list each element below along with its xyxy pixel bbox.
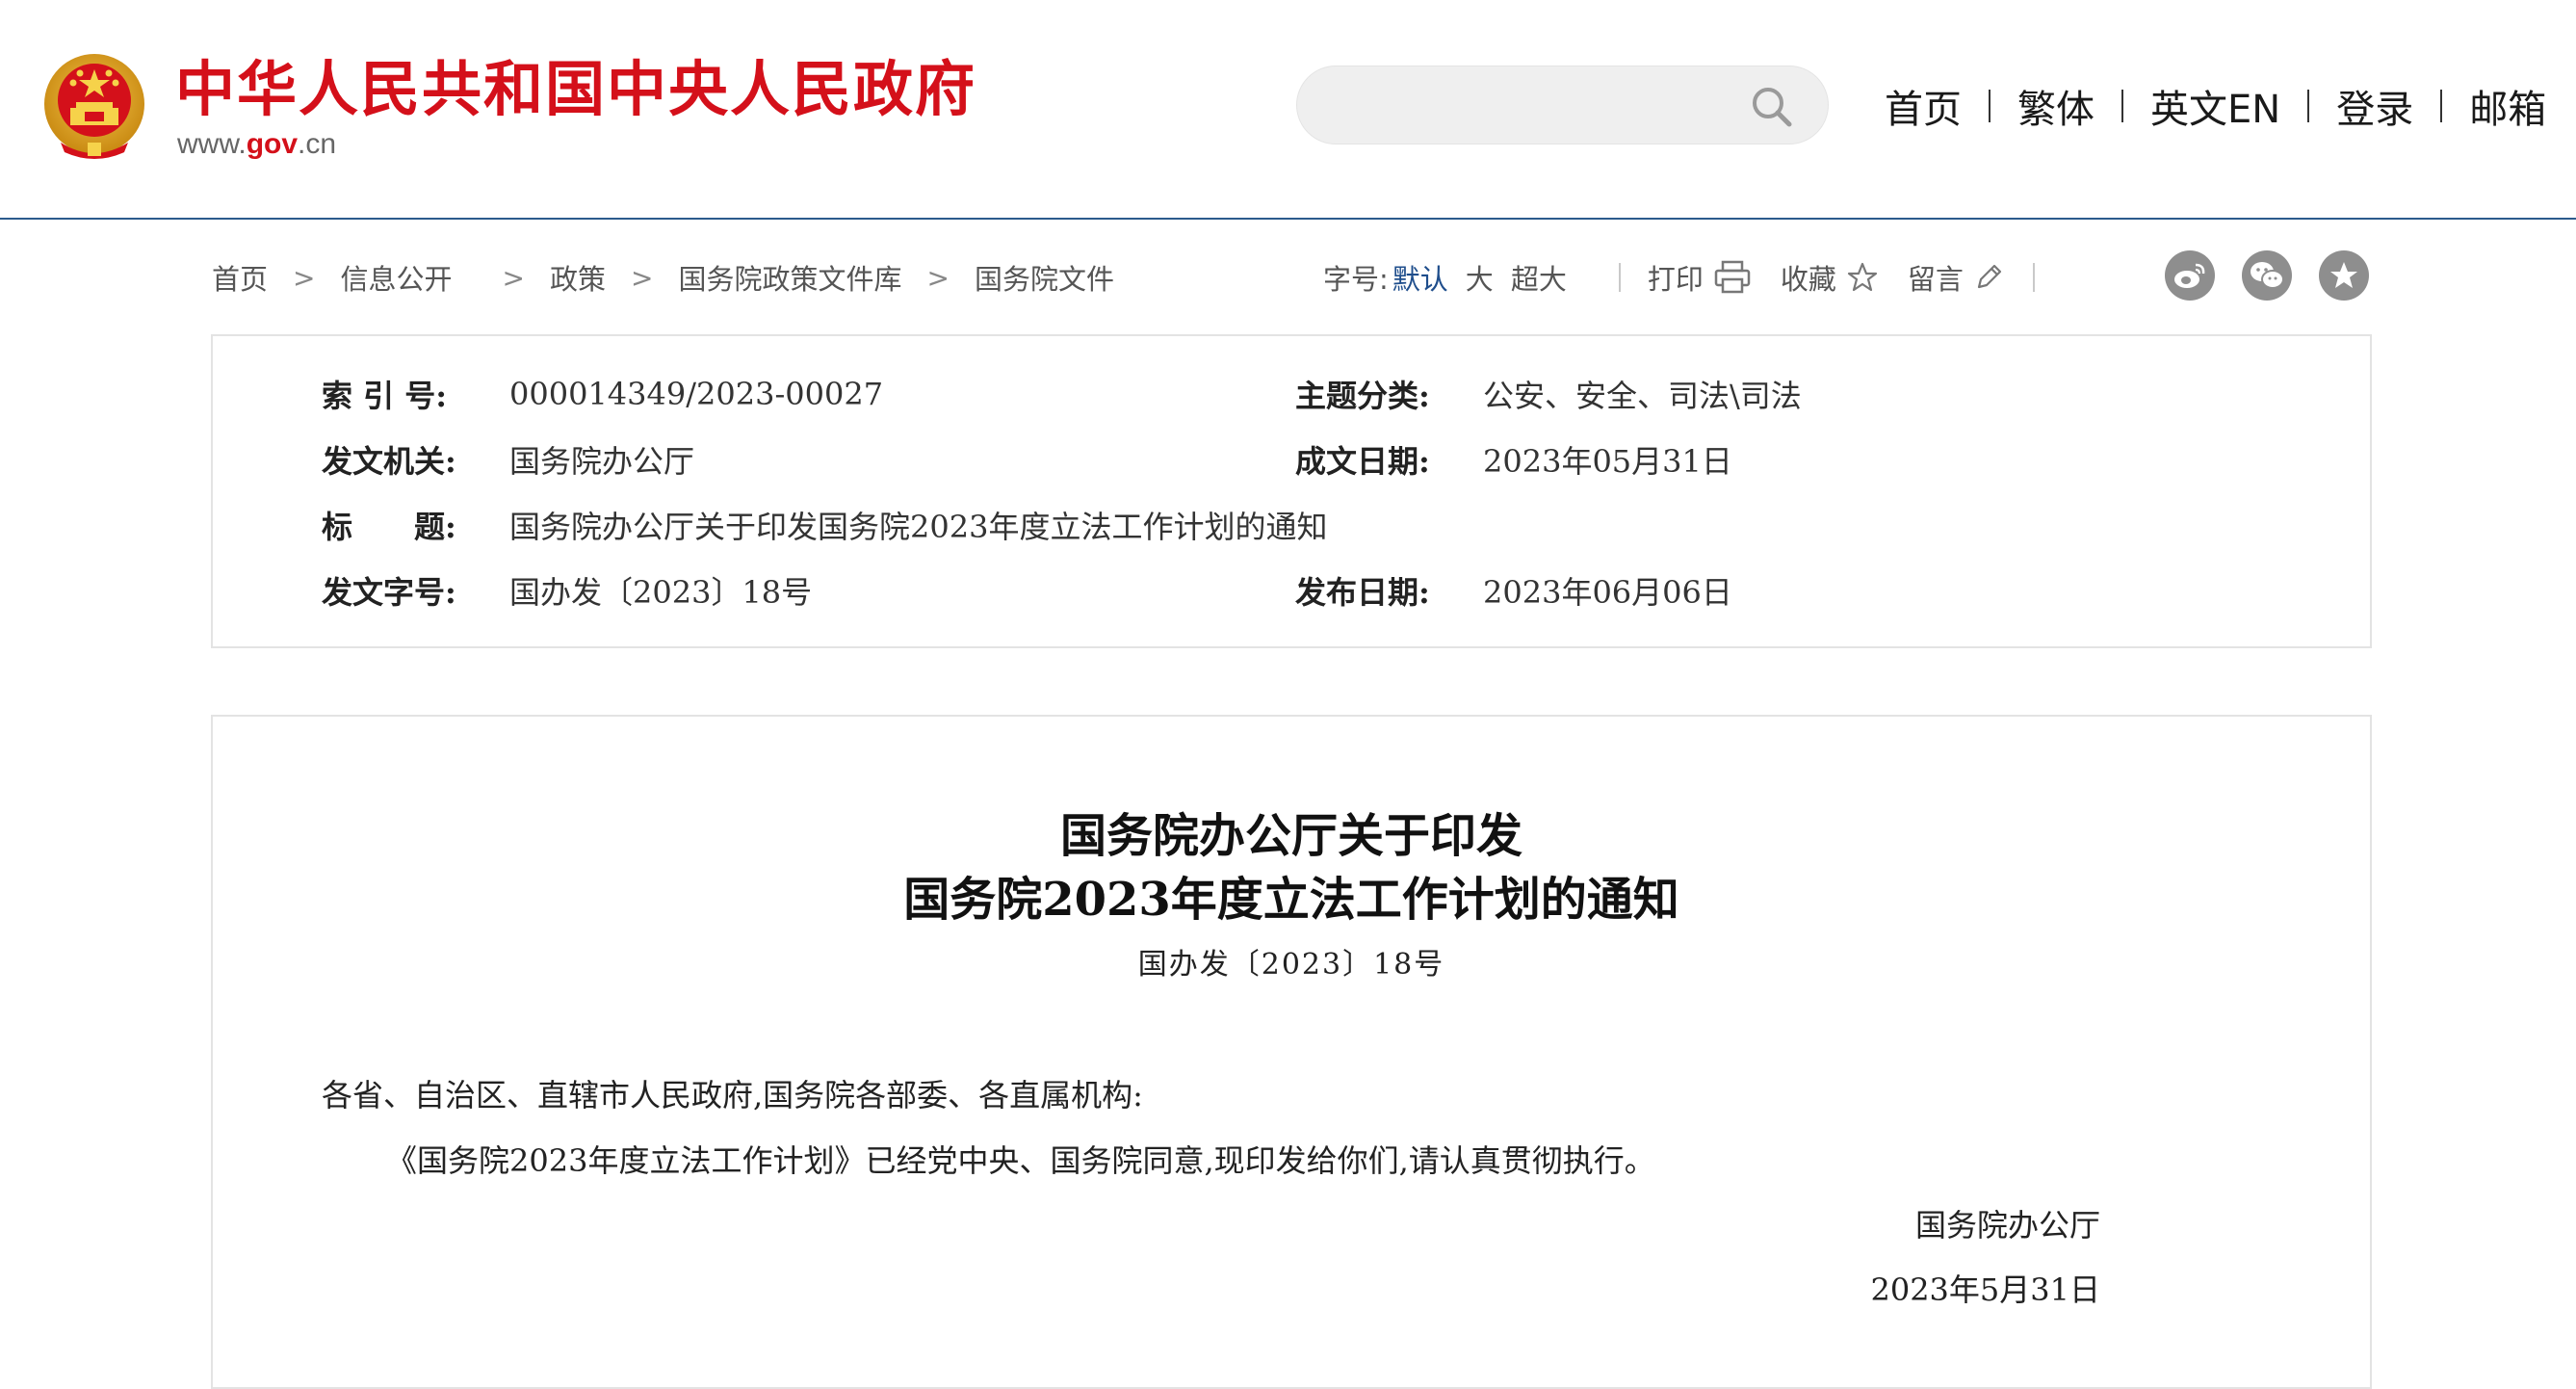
site-domain-prefix: www. — [177, 128, 247, 160]
meta-doc-no-label: 发文字号: — [322, 574, 456, 611]
site-title[interactable]: 中华人民共和国中央人民政府 — [175, 54, 976, 125]
document-salutation: 各省、自治区、直辖市人民政府,国务院各部委、各直属机构: — [322, 1077, 1143, 1114]
breadcrumb-home[interactable]: 首页 — [212, 257, 268, 298]
nav-english[interactable]: 英文EN — [2150, 78, 2280, 134]
site-domain-gov: gov — [246, 128, 299, 160]
top-nav: 首页 繁体 英文EN 登录 邮箱 — [1885, 79, 2546, 133]
nav-login[interactable]: 登录 — [2336, 78, 2413, 134]
weibo-glyph-icon — [2174, 263, 2205, 288]
meta-publish-date-row: 发布日期: 2023年06月06日 — [1295, 569, 1732, 612]
breadcrumb-policy[interactable]: 政策 — [550, 257, 606, 298]
meta-title-row: 标 题: 国务院办公厅关于印发国务院2023年度立法工作计划的通知 — [322, 504, 1327, 546]
meta-index-label: 索 引 号: — [322, 378, 448, 414]
font-size-xlarge[interactable]: 超大 — [1511, 257, 1567, 298]
meta-issuer-value: 国务院办公厅 — [509, 443, 695, 480]
search-box — [1296, 66, 1829, 144]
breadcrumb-policy-library[interactable]: 国务院政策文件库 — [678, 257, 901, 298]
site-header: 中华人民共和国中央人民政府 www.gov.cn 首页 繁体 英文EN 登录 邮… — [0, 0, 2576, 220]
chevron-right-icon: > — [926, 261, 950, 294]
comment-button[interactable]: 留言 — [1908, 257, 2004, 298]
meta-category-value: 公安、安全、司法\司法 — [1483, 378, 1802, 414]
chevron-right-icon: > — [293, 261, 316, 294]
weibo-icon[interactable] — [2165, 250, 2215, 301]
meta-written-date-row: 成文日期: 2023年05月31日 — [1295, 438, 1732, 481]
favorite-label: 收藏 — [1780, 263, 1836, 296]
wechat-glyph-icon — [2251, 262, 2284, 289]
meta-index-value: 000014349/2023-00027 — [509, 376, 884, 412]
article-tools: 字号: 默认 大 超大 打印 收藏 留言 — [1323, 254, 2062, 301]
document-body-paragraph: 《国务院2023年度立法工作计划》已经党中央、国务院同意,现印发给你们,请认真贯… — [386, 1142, 1655, 1179]
favorite-button[interactable]: 收藏 — [1781, 257, 1879, 298]
meta-written-date-value: 2023年05月31日 — [1483, 443, 1732, 480]
nav-divider — [1989, 90, 1991, 122]
site-domain[interactable]: www.gov.cn — [177, 127, 336, 162]
document-meta-box: 索 引 号: 000014349/2023-00027 主题分类: 公安、安全、… — [211, 334, 2372, 648]
nav-mail[interactable]: 邮箱 — [2469, 78, 2546, 134]
breadcrumb-state-council-docs[interactable]: 国务院文件 — [975, 257, 1114, 298]
tools-divider — [2032, 263, 2035, 292]
printer-icon — [1714, 260, 1751, 294]
nav-divider — [2440, 90, 2443, 122]
nav-home[interactable]: 首页 — [1885, 78, 1962, 134]
star-outline-icon — [1847, 262, 1877, 292]
search-icon[interactable] — [1749, 84, 1795, 130]
site-domain-suffix: .cn — [298, 128, 337, 160]
document-signature: 国务院办公厅 — [1914, 1207, 2100, 1244]
meta-written-date-label: 成文日期: — [1295, 443, 1430, 480]
search-input[interactable] — [1326, 82, 1730, 130]
document-title-line2: 国务院2023年度立法工作计划的通知 — [903, 873, 1679, 927]
font-size-large[interactable]: 大 — [1466, 257, 1494, 298]
document-date: 2023年5月31日 — [1870, 1271, 2100, 1308]
meta-category-row: 主题分类: 公安、安全、司法\司法 — [1295, 373, 1802, 415]
document-body-box: 国务院办公厅关于印发 国务院2023年度立法工作计划的通知 国办发〔2023〕1… — [211, 715, 2372, 1389]
print-label: 打印 — [1647, 263, 1704, 296]
meta-category-label: 主题分类: — [1295, 378, 1430, 414]
document-number: 国办发〔2023〕18号 — [1137, 948, 1445, 982]
breadcrumb: 首页 > 信息公开 > 政策 > 国务院政策文件库 > 国务院文件 — [212, 256, 1114, 299]
star-icon[interactable] — [2319, 250, 2369, 301]
meta-doc-no-value: 国办发〔2023〕18号 — [509, 574, 813, 611]
pencil-icon — [1977, 264, 2001, 289]
meta-doc-no-row: 发文字号: 国办发〔2023〕18号 — [322, 569, 812, 612]
chevron-right-icon: > — [502, 261, 525, 294]
meta-title-label: 标 题: — [322, 509, 456, 545]
font-size-label: 字号: — [1323, 263, 1389, 296]
meta-index-row: 索 引 号: 000014349/2023-00027 — [322, 373, 883, 415]
breadcrumb-info-disclosure[interactable]: 信息公开 — [340, 257, 452, 298]
font-size-default[interactable]: 默认 — [1392, 257, 1448, 298]
meta-issuer-label: 发文机关: — [322, 443, 456, 480]
wechat-icon[interactable] — [2242, 250, 2292, 301]
comment-label: 留言 — [1907, 263, 1964, 296]
national-emblem-icon[interactable] — [41, 50, 147, 164]
nav-divider — [2121, 90, 2123, 122]
nav-traditional[interactable]: 繁体 — [2017, 78, 2095, 134]
meta-publish-date-value: 2023年06月06日 — [1483, 574, 1732, 611]
nav-divider — [2307, 90, 2310, 122]
star-glyph-icon — [2330, 262, 2357, 288]
meta-title-value: 国务院办公厅关于印发国务院2023年度立法工作计划的通知 — [509, 509, 1328, 545]
share-icons — [2165, 250, 2369, 301]
document-title-line1: 国务院办公厅关于印发 — [1059, 809, 1522, 863]
chevron-right-icon: > — [630, 261, 654, 294]
tools-divider — [1618, 263, 1621, 292]
meta-issuer-row: 发文机关: 国务院办公厅 — [322, 438, 694, 481]
meta-publish-date-label: 发布日期: — [1295, 574, 1430, 611]
print-button[interactable]: 打印 — [1648, 257, 1752, 298]
